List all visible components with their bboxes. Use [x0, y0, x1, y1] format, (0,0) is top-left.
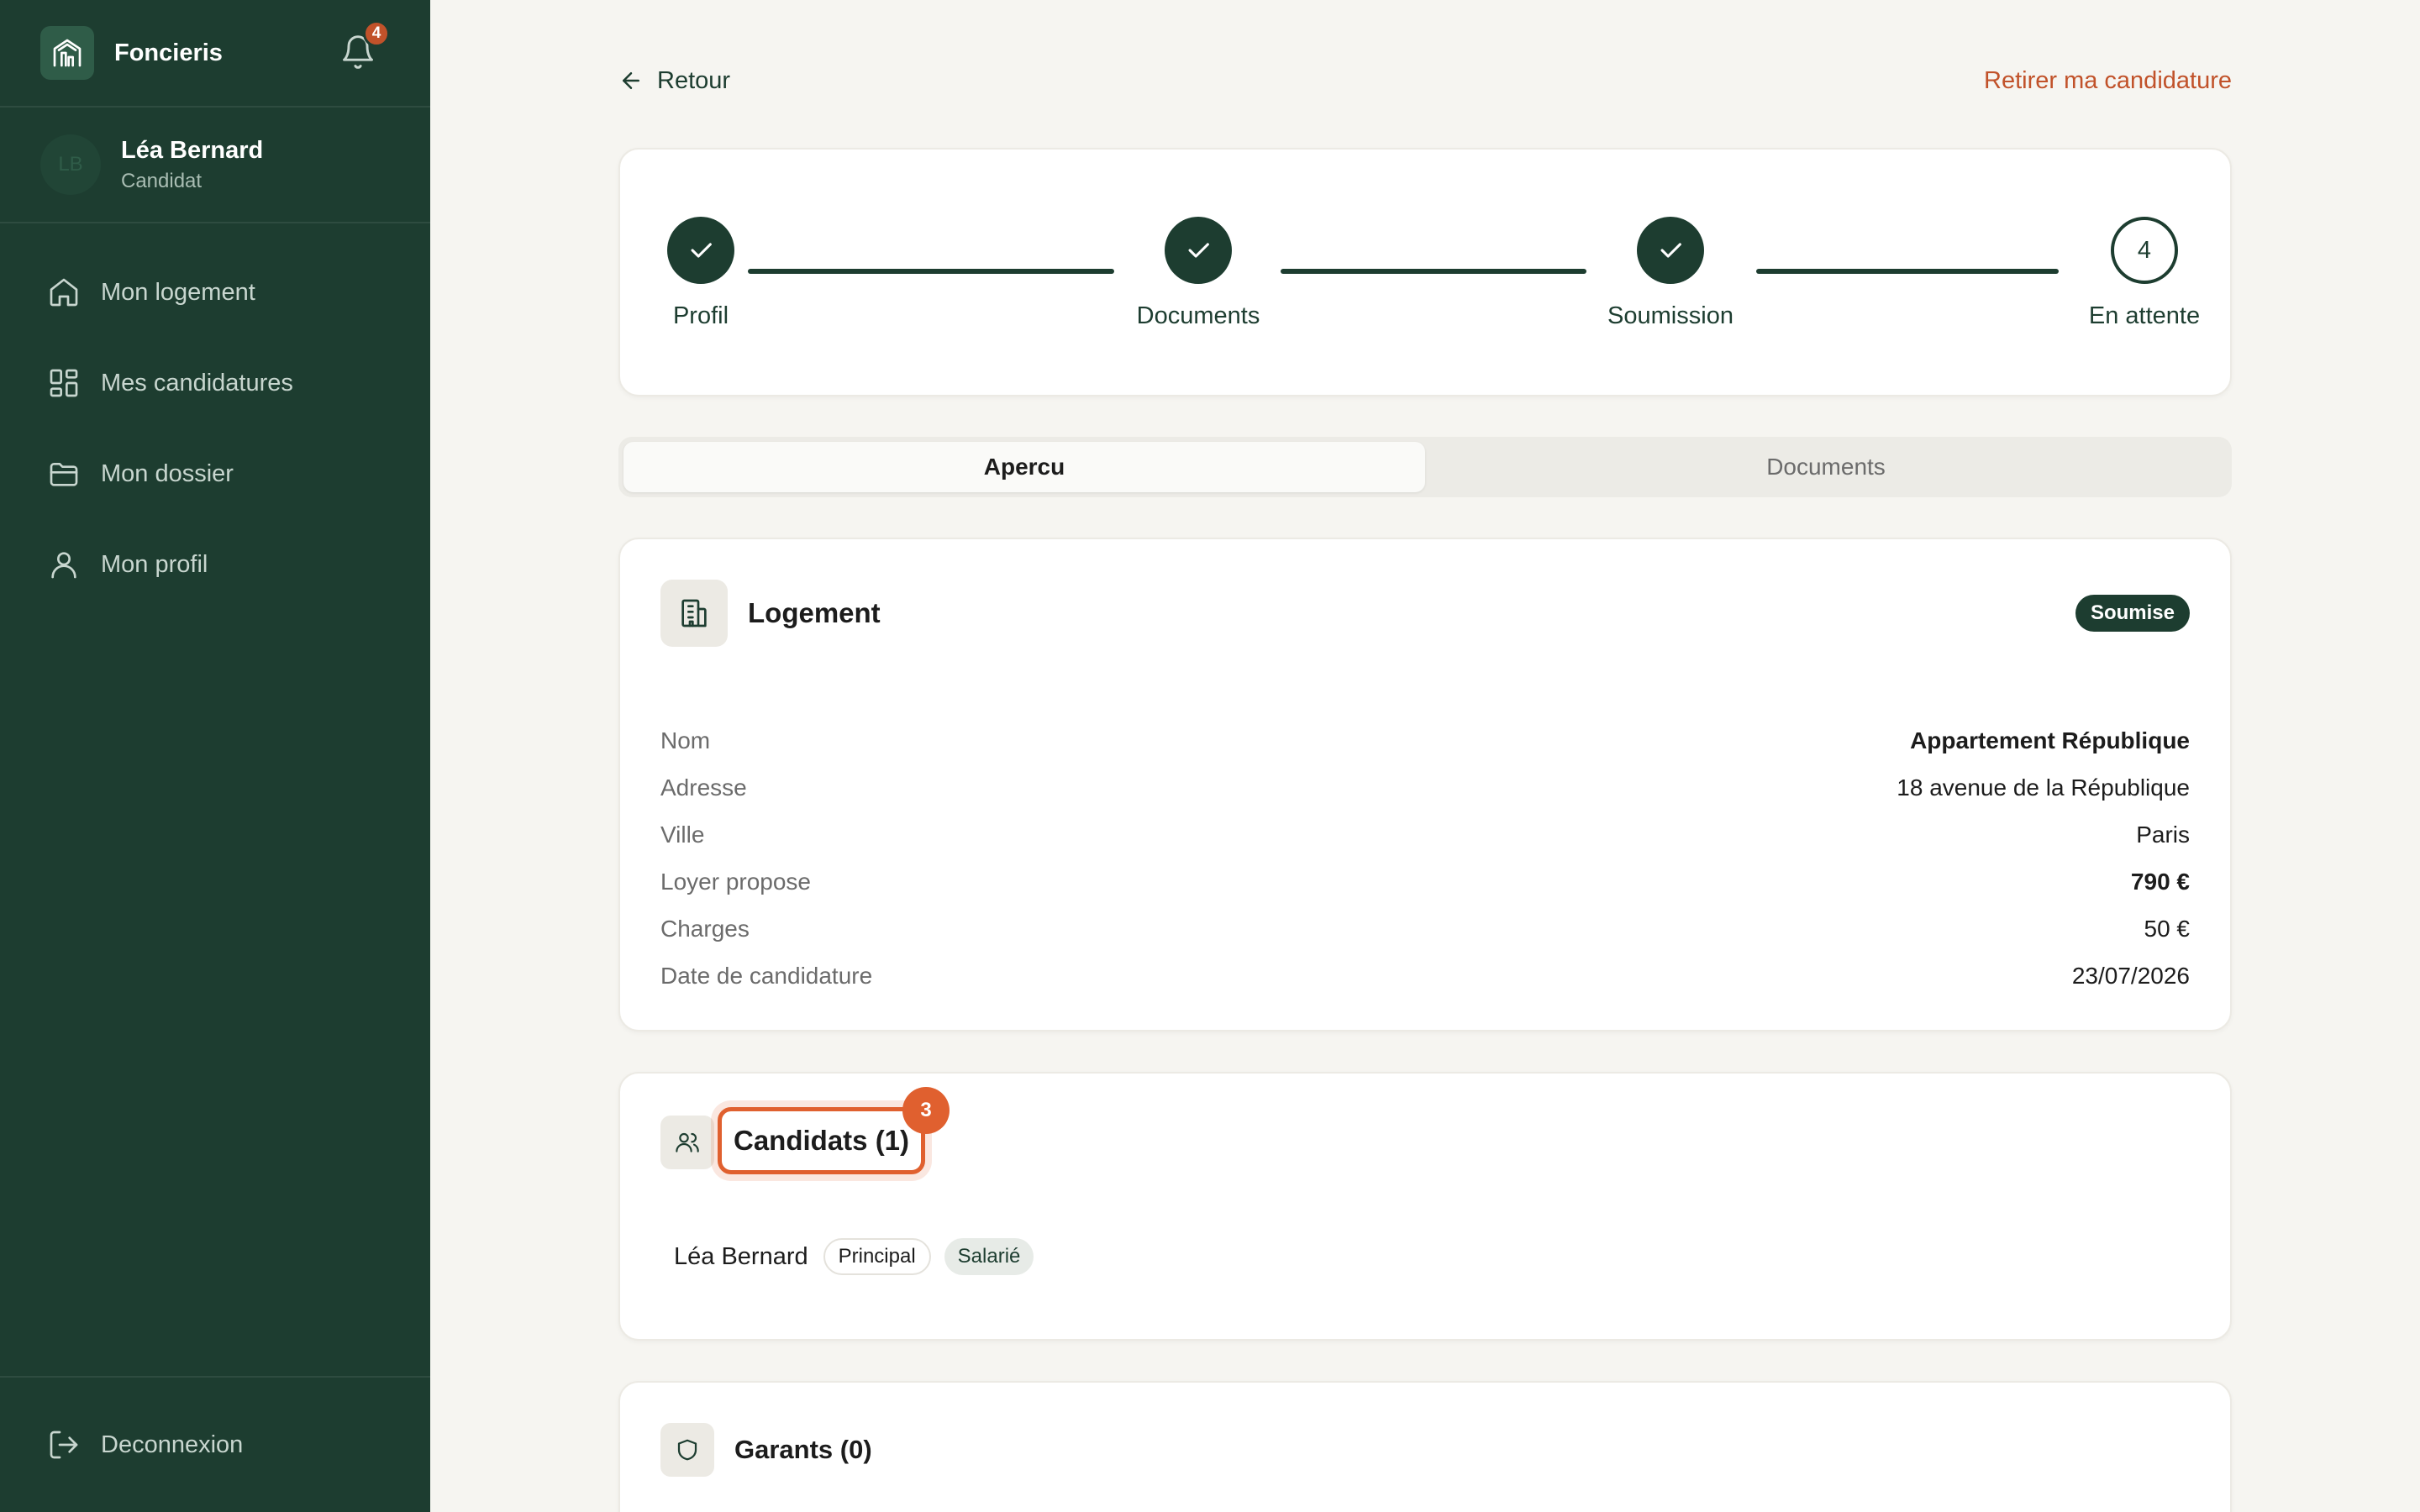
logout-icon — [50, 1431, 78, 1459]
logo[interactable] — [40, 26, 94, 80]
notification-badge: 4 — [363, 20, 390, 47]
main-content: Retour Retirer ma candidature Profil Doc… — [430, 0, 2420, 1512]
step-pending: 4 — [2111, 217, 2178, 284]
tab-apercu[interactable]: Apercu — [623, 442, 1425, 492]
step-label: Documents — [1136, 302, 1260, 329]
detail-value: 790 € — [2130, 869, 2190, 895]
tag-salarie: Salarié — [944, 1238, 1034, 1275]
step-soumission: Soumission — [1586, 217, 1754, 330]
sidebar-item-label: Mon profil — [101, 550, 208, 578]
back-link[interactable]: Retour — [618, 67, 730, 95]
progress-stepper: Profil Documents Soumission 4 En attente — [618, 148, 2232, 396]
arrow-left-icon — [623, 72, 639, 89]
detail-row: Charges 50 € — [660, 906, 2190, 953]
home-icon — [50, 278, 78, 307]
logement-card: Logement Soumise Nom Appartement Républi… — [618, 538, 2232, 1032]
shield-icon — [677, 1439, 697, 1461]
tab-documents[interactable]: Documents — [1425, 442, 2227, 492]
status-badge: Soumise — [2075, 595, 2190, 632]
detail-row: Date de candidature 23/07/2026 — [660, 953, 2190, 1000]
step-documents: Documents — [1114, 217, 1282, 330]
candidats-card: Candidats (1) 3 Léa Bernard Principal Sa… — [618, 1072, 2232, 1341]
step-profil: Profil — [634, 217, 768, 330]
sidebar-header: Foncieris 4 — [0, 0, 430, 108]
step-connector — [748, 269, 1114, 274]
annotation-badge: 3 — [902, 1087, 950, 1134]
detail-value: 18 avenue de la République — [1897, 774, 2190, 801]
tab-bar: Apercu Documents — [618, 437, 2232, 497]
detail-key: Date de candidature — [660, 963, 873, 989]
garants-card: Garants (0) — [618, 1381, 2232, 1512]
detail-key: Adresse — [660, 774, 747, 801]
sidebar-item-mes-candidatures[interactable]: Mes candidatures — [0, 338, 430, 428]
back-label: Retour — [657, 66, 731, 94]
card-title: Logement — [748, 597, 881, 628]
step-complete — [1637, 217, 1704, 284]
user-card: LB Léa Bernard Candidat — [0, 108, 430, 223]
building-logo-icon — [53, 39, 82, 67]
sidebar-item-label: Mon logement — [101, 278, 255, 306]
detail-row: Adresse 18 avenue de la République — [660, 764, 2190, 811]
sidebar-item-mon-profil[interactable]: Mon profil — [0, 519, 430, 610]
candidats-title[interactable]: Candidats (1) — [718, 1107, 926, 1174]
step-connector — [1281, 269, 1586, 274]
folder-icon — [50, 463, 78, 486]
step-en-attente: 4 En attente — [2060, 217, 2228, 330]
brand-name: Foncieris — [114, 39, 223, 66]
detail-row: Nom Appartement République — [660, 717, 2190, 764]
detail-row: Loyer propose 790 € — [660, 858, 2190, 906]
building-icon — [681, 599, 707, 627]
avatar: LB — [40, 134, 101, 195]
step-complete — [667, 217, 734, 284]
card-title: Garants (0) — [734, 1435, 872, 1464]
user-icon — [51, 552, 76, 579]
detail-value: Appartement République — [1910, 727, 2190, 753]
step-label: Profil — [672, 302, 729, 329]
user-name: Léa Bernard — [121, 136, 264, 164]
detail-row: Ville Paris — [660, 811, 2190, 858]
sidebar-item-label: Mon dossier — [101, 459, 234, 487]
tag-principal: Principal — [823, 1238, 931, 1275]
sidebar-nav: Mon logement Mes candidatures Mon dossie… — [0, 223, 430, 610]
sidebar-item-mon-logement[interactable]: Mon logement — [0, 247, 430, 338]
list-item: Léa Bernard Principal Salarié — [674, 1238, 1047, 1275]
step-label: Soumission — [1607, 302, 1733, 329]
candidate-name: Léa Bernard — [674, 1242, 808, 1270]
detail-key: Nom — [660, 727, 711, 753]
detail-value: 23/07/2026 — [2071, 963, 2190, 989]
sidebar: Foncieris 4 LB Léa Bernard Candidat Mon … — [0, 0, 430, 1512]
detail-key: Ville — [660, 822, 705, 848]
logout-label: Deconnexion — [101, 1431, 244, 1458]
detail-key: Charges — [660, 916, 750, 942]
sidebar-item-label: Mes candidatures — [101, 369, 293, 396]
step-label: En attente — [2088, 302, 2201, 329]
step-complete — [1165, 217, 1232, 284]
grid-icon — [50, 369, 78, 397]
sidebar-item-mon-dossier[interactable]: Mon dossier — [0, 428, 430, 519]
users-icon — [676, 1132, 699, 1152]
withdraw-button[interactable]: Retirer ma candidature — [1984, 67, 2232, 95]
check-icon — [691, 243, 712, 258]
topbar: Retour Retirer ma candidature — [618, 64, 2232, 97]
detail-key: Loyer propose — [660, 869, 812, 895]
user-role: Candidat — [121, 169, 203, 192]
step-connector — [1756, 269, 2059, 274]
detail-value: Paris — [2136, 822, 2190, 848]
logement-details: Nom Appartement République Adresse 18 av… — [660, 717, 2190, 1000]
detail-value: 50 € — [2144, 916, 2191, 942]
check-icon — [1660, 243, 1681, 258]
logout-button[interactable]: Deconnexion — [0, 1376, 430, 1512]
check-icon — [1188, 243, 1209, 258]
